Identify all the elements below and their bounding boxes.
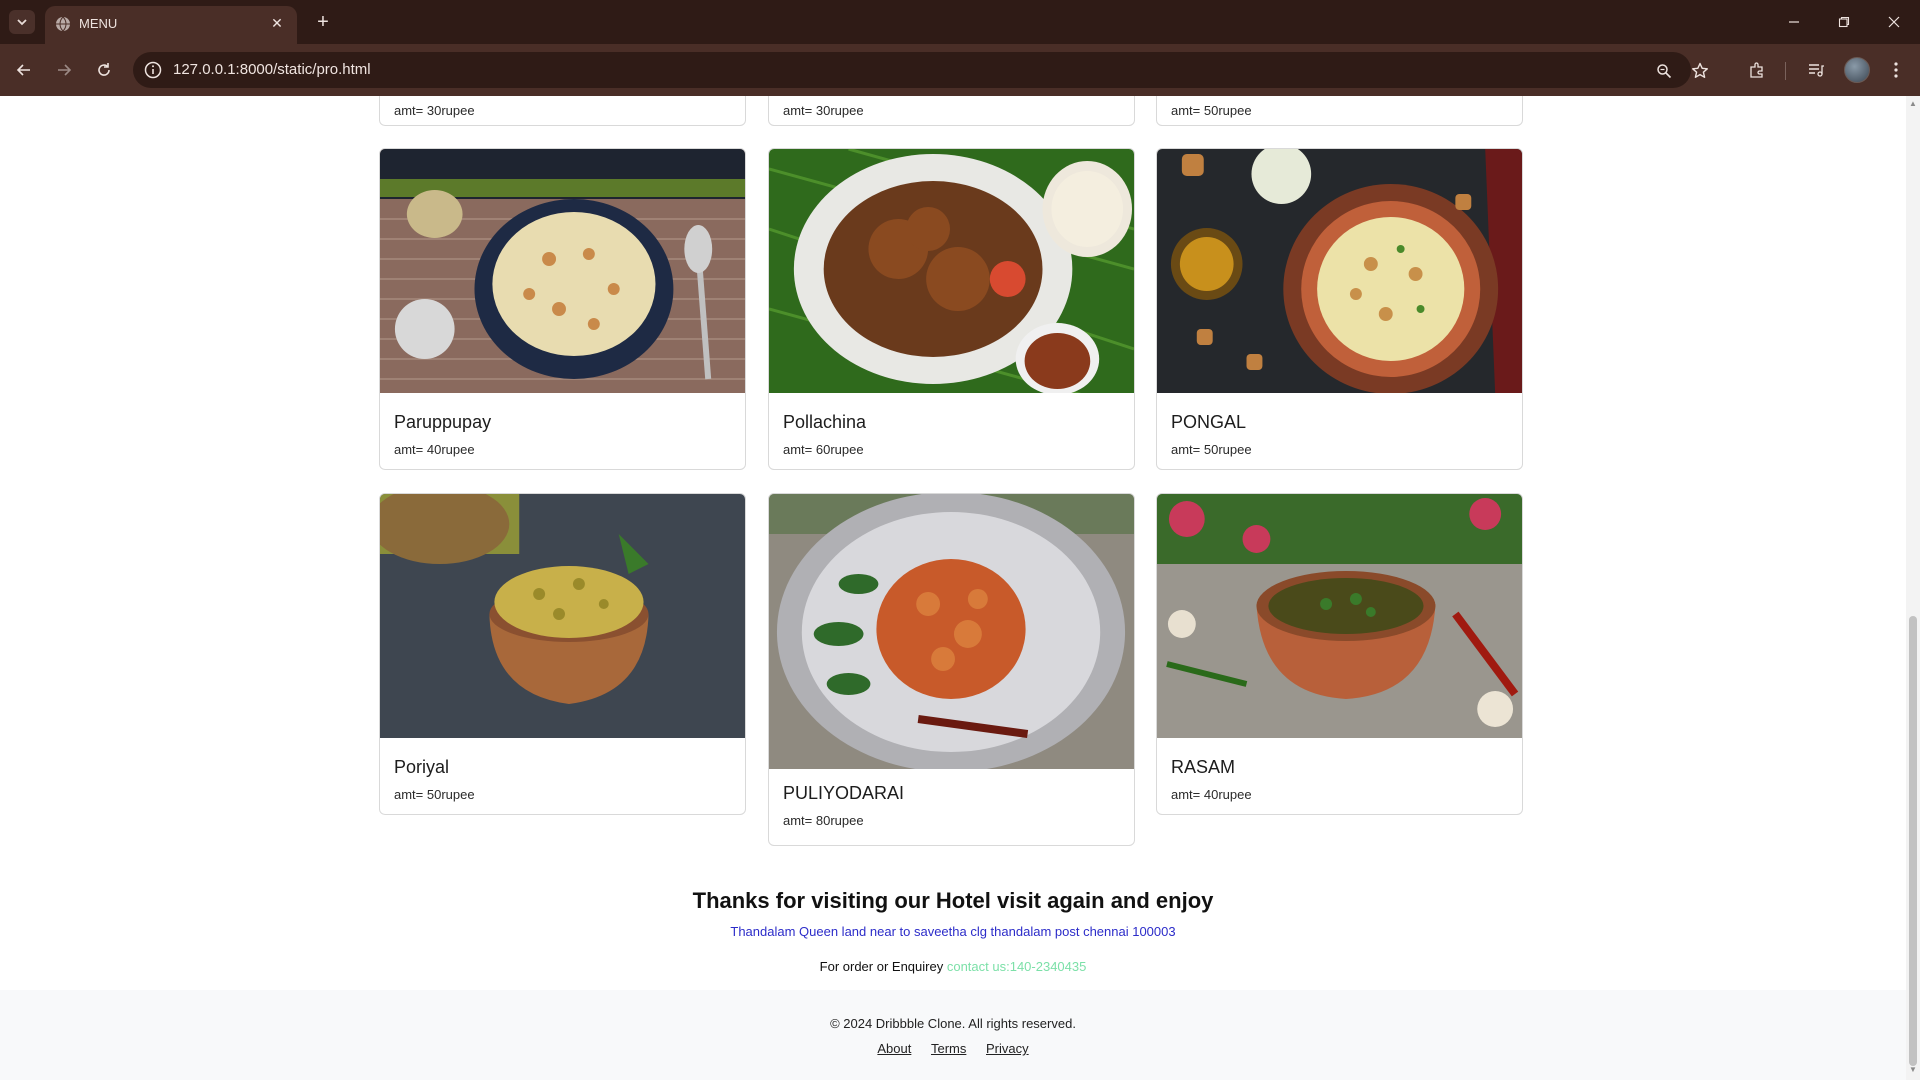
item-name: Pollachina xyxy=(783,412,867,432)
url-text[interactable]: 127.0.0.1:8000/static/pro.html xyxy=(173,61,371,78)
item-price: amt= 80rupee xyxy=(783,813,864,828)
scrollbar-thumb[interactable] xyxy=(1909,616,1917,1066)
enquiry-line: For order or Enquirey contact us:140-234… xyxy=(0,959,1906,974)
close-window-icon[interactable] xyxy=(1879,8,1909,36)
item-name: PULIYODARAI xyxy=(783,783,905,803)
page-footer: © 2024 Dribbble Clone. All rights reserv… xyxy=(0,990,1906,1080)
copyright-text: © 2024 Dribbble Clone. All rights reserv… xyxy=(830,1016,1076,1031)
more-menu-icon[interactable] xyxy=(1884,58,1908,82)
menu-card[interactable]: PONGAL amt= 50rupee xyxy=(1156,148,1523,470)
item-price: amt= 50rupee xyxy=(1171,103,1252,118)
item-price: amt= 30rupee xyxy=(394,103,475,118)
enquiry-label: For order or Enquirey xyxy=(819,959,944,974)
menu-card[interactable]: RASAM amt= 40rupee xyxy=(1156,493,1523,815)
browser-toolbar: 127.0.0.1:8000/static/pro.html xyxy=(0,44,1920,96)
item-price: amt= 50rupee xyxy=(394,787,475,802)
puliyodarai-image xyxy=(769,494,1134,769)
menu-card[interactable]: Pollachina amt= 60rupee xyxy=(768,148,1135,470)
poriyal-image xyxy=(380,494,745,738)
thanks-heading: Thanks for visiting our Hotel visit agai… xyxy=(692,888,1214,913)
item-price: amt= 40rupee xyxy=(1171,787,1252,802)
extensions-icon[interactable] xyxy=(1745,58,1769,82)
menu-card[interactable]: amt= 50rupee xyxy=(1156,96,1523,126)
vertical-scrollbar[interactable]: ▲ ▼ xyxy=(1906,96,1920,1080)
menu-card[interactable]: PULIYODARAI amt= 80rupee xyxy=(768,493,1135,846)
footer-links: About Terms Privacy xyxy=(0,1041,1906,1056)
rasam-image xyxy=(1157,494,1522,738)
pongal-image xyxy=(1157,149,1522,394)
browser-tab[interactable]: MENU ✕ xyxy=(45,6,297,44)
scroll-up-icon[interactable]: ▲ xyxy=(1908,99,1918,109)
footer-link-about[interactable]: About xyxy=(877,1041,911,1056)
site-info-icon[interactable] xyxy=(143,60,163,80)
item-name: Poriyal xyxy=(394,757,450,777)
menu-card[interactable]: amt= 30rupee xyxy=(768,96,1135,126)
bookmark-star-icon[interactable] xyxy=(1689,60,1711,82)
menu-card[interactable]: amt= 30rupee xyxy=(379,96,746,126)
toolbar-divider xyxy=(1785,62,1786,80)
tab-bar: MENU ✕ + xyxy=(0,0,1920,44)
payasam-image xyxy=(380,149,745,393)
contact-link[interactable]: contact us:140-2340435 xyxy=(947,959,1087,974)
zoom-icon[interactable] xyxy=(1653,60,1675,82)
media-control-icon[interactable] xyxy=(1804,58,1828,82)
item-name: Paruppupay xyxy=(394,412,492,432)
minimize-icon[interactable] xyxy=(1779,8,1809,36)
menu-card[interactable]: Poriyal amt= 50rupee xyxy=(379,493,746,815)
footer-link-privacy[interactable]: Privacy xyxy=(986,1041,1029,1056)
menu-card[interactable]: Paruppupay amt= 40rupee xyxy=(379,148,746,470)
scroll-down-icon[interactable]: ▼ xyxy=(1908,1065,1918,1075)
hotel-address: Thandalam Queen land near to saveetha cl… xyxy=(730,924,1176,939)
tab-search-button[interactable] xyxy=(9,10,35,34)
new-tab-button[interactable]: + xyxy=(311,10,335,34)
address-bar[interactable]: 127.0.0.1:8000/static/pro.html xyxy=(133,52,1708,88)
restore-icon[interactable] xyxy=(1829,8,1859,36)
forward-icon[interactable] xyxy=(50,56,78,84)
tab-title: MENU xyxy=(79,16,118,31)
back-icon[interactable] xyxy=(10,56,38,84)
item-name: PONGAL xyxy=(1171,412,1247,432)
item-price: amt= 60rupee xyxy=(783,442,864,457)
item-price: amt= 40rupee xyxy=(394,442,475,457)
globe-icon xyxy=(56,16,70,32)
footer-link-terms[interactable]: Terms xyxy=(931,1041,966,1056)
reload-icon[interactable] xyxy=(90,56,118,84)
item-price: amt= 30rupee xyxy=(783,103,864,118)
close-tab-icon[interactable]: ✕ xyxy=(267,13,287,33)
item-price: amt= 50rupee xyxy=(1171,442,1252,457)
profile-avatar[interactable] xyxy=(1844,57,1870,83)
chevron-down-icon xyxy=(17,19,27,26)
crab-masala-image xyxy=(769,149,1134,411)
item-name: RASAM xyxy=(1171,757,1236,777)
